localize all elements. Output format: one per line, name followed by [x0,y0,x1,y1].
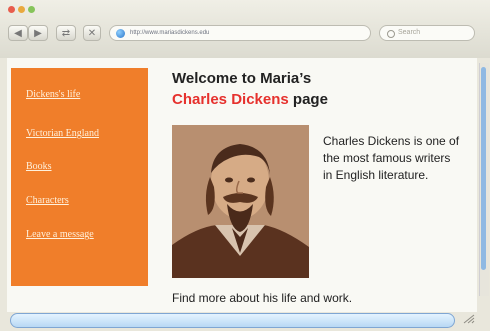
stop-button[interactable]: ✕ [83,25,101,41]
sidebar-link-books[interactable]: Books [26,161,52,172]
search-field[interactable]: Search [379,25,475,41]
sidebar-nav: Dickens's life Victorian England Books C… [11,68,148,286]
vertical-scrollbar[interactable] [479,63,489,296]
close-window-button[interactable] [8,6,15,13]
address-bar[interactable]: http://www.mariasdickens.edu [109,25,371,41]
search-placeholder: Search [398,29,421,36]
title-rest: page [288,91,328,108]
dickens-portrait [172,125,309,278]
minimize-window-button[interactable] [18,6,25,13]
page-title-line1: Welcome to Maria’s [172,70,312,87]
intro-text: Charles Dickens is one of the most famou… [323,134,460,182]
globe-icon [116,29,125,38]
sidebar-link-victorian-england[interactable]: Victorian England [26,128,99,139]
back-button[interactable]: ◀ [8,25,28,41]
resize-grip-icon[interactable] [460,314,476,324]
zoom-window-button[interactable] [28,6,35,13]
forward-button[interactable]: ▶ [28,25,48,41]
address-text: http://www.mariasdickens.edu [130,30,210,36]
browser-toolbar: ◀ ▶ ⇄ ✕ http://www.mariasdickens.edu Sea… [0,0,490,58]
browser-window: ◀ ▶ ⇄ ✕ http://www.mariasdickens.edu Sea… [0,0,490,331]
refresh-button[interactable]: ⇄ [56,25,76,41]
sidebar-link-characters[interactable]: Characters [26,195,69,206]
scrollbar-thumb[interactable] [481,67,486,270]
horizontal-scrollbar[interactable] [10,313,455,328]
page-title-line2: Charles Dickens page [172,91,328,108]
window-controls [8,6,35,13]
title-highlight: Charles Dickens [172,91,289,108]
search-icon [387,30,395,38]
footer-text: Find more about his life and work. [172,291,353,305]
sidebar-link-dickens-life[interactable]: Dickens's life [26,89,80,100]
sidebar-link-leave-message[interactable]: Leave a message [26,229,94,240]
web-page: Dickens's life Victorian England Books C… [7,58,477,312]
